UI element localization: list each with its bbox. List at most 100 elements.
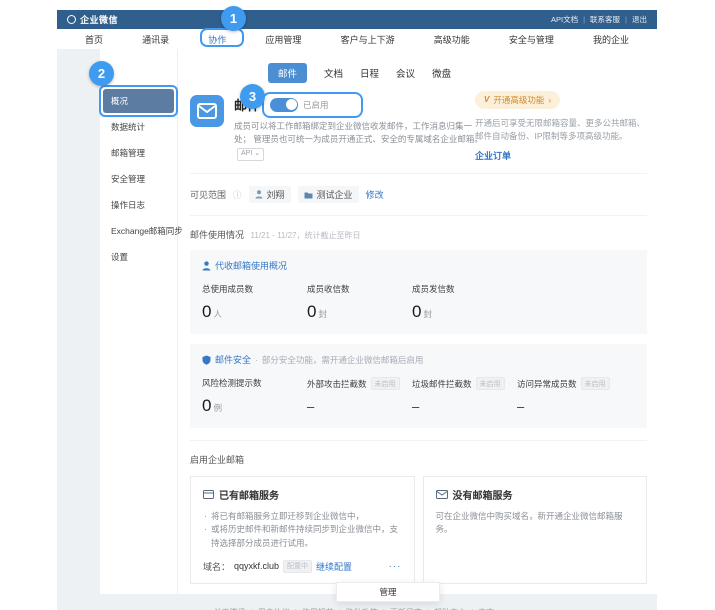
sidebar-item-operation-log[interactable]: 操作日志: [103, 193, 174, 217]
domain-label: 域名：: [203, 560, 230, 573]
stat-abnormal-access: 访问异常成员数未启用 –: [517, 377, 622, 416]
wework-logo-icon: [67, 15, 76, 24]
mail-info: 邮件 已启用 成员可以将工作邮箱绑定到企业微信收发邮件，工作消息归集一处； 管理…: [234, 95, 486, 161]
nav-item-home[interactable]: 首页: [85, 33, 103, 46]
divider: [190, 440, 647, 441]
stat-label: 风险检测提示数: [202, 377, 262, 389]
sidebar-item-security-mgmt[interactable]: 安全管理: [103, 167, 174, 191]
vip-icon: V: [484, 95, 489, 104]
tab-calendar[interactable]: 日程: [360, 63, 379, 83]
folder-icon: [304, 191, 313, 199]
scope-edit-link[interactable]: 修改: [366, 188, 384, 201]
api-docs-link[interactable]: API文档: [551, 14, 578, 25]
mail-desc-line2: 管理员也可统一为成员开通正式、安全的专属域名企业邮箱。: [253, 134, 483, 144]
visibility-scope-row: 可见范围 ⓘ 刘翔 测试企业 修改: [190, 186, 647, 203]
chevron-right-icon: ›: [548, 95, 551, 105]
sidebar-item-settings[interactable]: 设置: [103, 245, 174, 269]
divider: [190, 215, 647, 216]
no-service-description: 可在企业微信中购买域名，新开通企业微信邮箱服务。: [436, 510, 635, 536]
separator: |: [583, 15, 585, 24]
mailbox-service-cards: 已有邮箱服务 将已有邮箱服务立即迁移到企业微信中， 或将历史邮件和新邮件持续同步…: [190, 476, 647, 584]
scope-member-chip: 刘翔: [249, 186, 291, 203]
continue-config-link[interactable]: 继续配置: [316, 560, 352, 573]
top-app-bar: 企业微信 API文档 | 联系客服 | 退出: [57, 10, 657, 29]
tab-drive[interactable]: 微盘: [432, 63, 451, 83]
content-area: 概况 数据统计 邮箱管理 安全管理 操作日志 Exchange邮箱同步 设置 邮…: [57, 49, 657, 610]
sidebar: 概况 数据统计 邮箱管理 安全管理 操作日志 Exchange邮箱同步 设置: [100, 49, 178, 594]
stat-label: 垃圾邮件拦截数: [412, 378, 472, 390]
no-service-title: 没有邮箱服务: [453, 487, 513, 502]
stat-unit: 封: [423, 309, 432, 319]
stat-label: 成员发信数: [412, 283, 455, 295]
annotation-step-1-badge: 1: [221, 6, 246, 31]
caret-down-icon: ⌄: [254, 150, 260, 157]
primary-nav: 首页 通讯录 协作 应用管理 客户与上下游 高级功能 安全与管理 我的企业: [57, 29, 657, 49]
nav-item-contacts[interactable]: 通讯录: [142, 33, 169, 46]
tab-meeting[interactable]: 会议: [396, 63, 415, 83]
stat-value: –: [517, 399, 622, 414]
nav-item-my-company[interactable]: 我的企业: [593, 33, 629, 46]
page-container: 企业微信 API文档 | 联系客服 | 退出 首页 通讯录 协作 应用管理 客户…: [57, 10, 657, 610]
nav-item-customers[interactable]: 客户与上下游: [341, 33, 395, 46]
not-enabled-badge: 未启用: [371, 377, 400, 390]
not-enabled-badge: 未启用: [476, 377, 505, 390]
mail-description: 成员可以将工作邮箱绑定到企业微信收发邮件，工作消息归集一处； 管理员也可统一为成…: [234, 120, 486, 161]
api-tag-label: API: [241, 150, 252, 157]
scope-department-chip: 测试企业: [298, 186, 359, 203]
tab-mail[interactable]: 邮件: [268, 63, 307, 83]
stat-mails-sent: 成员发信数 0封: [412, 283, 517, 322]
toggle-annotation-target: 已启用: [268, 97, 331, 113]
toggle-status-label: 已启用: [303, 99, 329, 111]
enable-mailbox-title: 启用企业邮箱: [190, 453, 647, 466]
scope-label: 可见范围: [190, 188, 226, 201]
sidebar-item-statistics[interactable]: 数据统计: [103, 115, 174, 139]
contact-support-link[interactable]: 联系客服: [590, 14, 620, 25]
manage-menu-item[interactable]: 管理: [336, 582, 440, 602]
security-panel-subtitle: 部分安全功能，需开通企业微信邮箱后启用: [262, 354, 424, 366]
stat-spam-blocked: 垃圾邮件拦截数未启用 –: [412, 377, 517, 416]
tab-docs[interactable]: 文档: [324, 63, 343, 83]
info-icon[interactable]: ⓘ: [233, 189, 242, 201]
domain-row: 域名： qqyxkf.club 配置中 继续配置 ···: [203, 560, 402, 573]
sidebar-item-mailbox-mgmt[interactable]: 邮箱管理: [103, 141, 174, 165]
nav-item-advanced[interactable]: 高级功能: [434, 33, 470, 46]
configuring-badge: 配置中: [283, 560, 312, 573]
stat-unit: 人: [213, 309, 222, 319]
has-service-bullet: 或将历史邮件和新邮件持续同步到企业微信中，支持选择部分成员进行试用。: [203, 523, 402, 549]
api-tag[interactable]: API ⌄: [237, 148, 264, 161]
brand-name: 企业微信: [80, 13, 118, 26]
main-panel: 邮件 文档 日程 会议 微盘 邮件: [178, 49, 657, 594]
not-enabled-badge: 未启用: [581, 377, 610, 390]
separator-dot: ·: [255, 355, 258, 365]
stat-unit: 封: [318, 309, 327, 319]
nav-item-security-mgmt[interactable]: 安全与管理: [509, 33, 554, 46]
domain-value: qqyxkf.club: [234, 561, 279, 571]
topbar-links: API文档 | 联系客服 | 退出: [551, 14, 647, 25]
mail-app-icon: [190, 95, 224, 127]
stat-mails-received: 成员收信数 0封: [307, 283, 412, 322]
usage-title: 邮件使用情况: [190, 230, 244, 240]
mail-enabled-toggle[interactable]: [270, 98, 298, 112]
premium-promo: V 开通高级功能 › 开通后可享受无限邮箱容量、更多公共邮箱、邮件自动备份、IP…: [475, 89, 649, 162]
new-mailbox-icon: [436, 490, 448, 499]
enterprise-orders-link[interactable]: 企业订单: [475, 149, 649, 162]
nav-item-collaboration[interactable]: 协作: [208, 33, 226, 46]
stat-value: 0: [202, 396, 211, 415]
person-icon: [202, 261, 211, 271]
annotation-step-2-badge: 2: [89, 61, 114, 86]
sidebar-item-overview[interactable]: 概况: [103, 89, 174, 113]
stat-label: 访问异常成员数: [517, 378, 577, 390]
stat-label: 外部攻击拦截数: [307, 378, 367, 390]
has-mailbox-service-card: 已有邮箱服务 将已有邮箱服务立即迁移到企业微信中， 或将历史邮件和新邮件持续同步…: [190, 476, 415, 584]
more-options-button[interactable]: ···: [389, 561, 402, 572]
stat-value: 0: [202, 302, 211, 321]
content-wrapper: 概况 数据统计 邮箱管理 安全管理 操作日志 Exchange邮箱同步 设置 邮…: [100, 49, 657, 594]
stat-value: 0: [412, 302, 421, 321]
stat-label: 成员收信数: [307, 283, 350, 295]
security-panel-title: 邮件安全: [215, 353, 251, 366]
no-mailbox-service-card: 没有邮箱服务 可在企业微信中购买域名，新开通企业微信邮箱服务。: [423, 476, 648, 584]
sidebar-item-exchange-sync[interactable]: Exchange邮箱同步: [103, 219, 174, 243]
upgrade-premium-button[interactable]: V 开通高级功能 ›: [475, 91, 560, 109]
logout-link[interactable]: 退出: [632, 14, 647, 25]
nav-item-apps[interactable]: 应用管理: [265, 33, 301, 46]
